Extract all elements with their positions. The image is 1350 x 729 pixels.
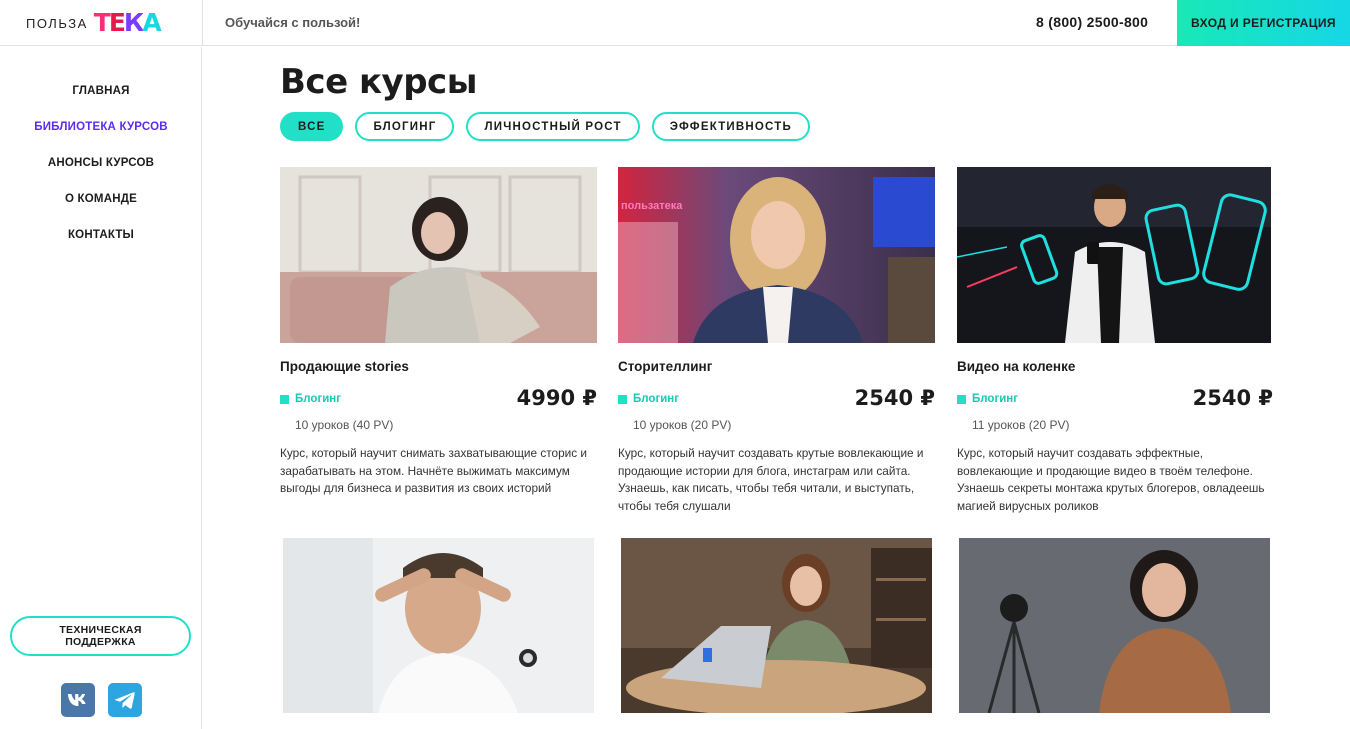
tech-support-button[interactable]: ТЕХНИЧЕСКАЯ ПОДДЕРЖКА <box>10 616 191 656</box>
course-thumbnail[interactable] <box>283 538 594 713</box>
course-description: Курс, который научит снимать захватывающ… <box>280 446 587 495</box>
filter-all[interactable]: ВСЕ <box>280 112 344 141</box>
site-logo[interactable]: ПОЛЬЗА Т Е К А <box>26 8 162 37</box>
course-photo <box>280 167 597 343</box>
filter-efficiency[interactable]: ЭФФЕКТИВНОСТЬ <box>651 112 810 141</box>
tagline: Обучайся с пользой! <box>225 15 361 30</box>
course-price: 2540 ₽ <box>854 386 935 410</box>
course-thumbnail[interactable] <box>280 167 597 343</box>
course-thumbnail[interactable] <box>957 167 1271 343</box>
course-category[interactable]: Блогинг <box>280 393 341 405</box>
category-label: Блогинг <box>972 393 1019 405</box>
phone-number[interactable]: 8 (800) 2500-800 <box>1036 14 1148 30</box>
sidebar-item-course-library[interactable]: БИБЛИОТЕКА КУРСОВ <box>0 120 202 156</box>
category-dot-icon <box>280 394 289 404</box>
category-dot-icon <box>957 394 966 404</box>
course-thumbnail[interactable] <box>959 538 1270 713</box>
course-photo <box>283 538 594 713</box>
neon-sign: пользатека <box>621 200 683 212</box>
course-photo: пользатека <box>618 167 935 343</box>
category-dot-icon <box>618 394 627 404</box>
sidebar-item-team[interactable]: О КОМАНДЕ <box>0 192 202 228</box>
sidebar-item-contacts[interactable]: КОНТАКТЫ <box>0 228 202 264</box>
logo-letter: К <box>123 8 145 37</box>
course-photo <box>621 538 932 713</box>
course-title[interactable]: Сторителлинг <box>618 359 712 374</box>
vk-icon[interactable] <box>61 683 95 717</box>
sidebar: ГЛАВНАЯ БИБЛИОТЕКА КУРСОВ АНОНСЫ КУРСОВ … <box>0 47 202 729</box>
course-title[interactable]: Видео на коленке <box>957 359 1075 374</box>
category-filters: ВСЕ БЛОГИНГ ЛИЧНОСТНЫЙ РОСТ ЭФФЕКТИВНОСТ… <box>280 112 810 141</box>
course-description: Курс, который научит создавать крутые во… <box>618 446 924 513</box>
course-photo <box>957 167 1271 343</box>
sidebar-item-announcements[interactable]: АНОНСЫ КУРСОВ <box>0 156 202 192</box>
course-category[interactable]: Блогинг <box>957 393 1018 405</box>
course-title[interactable]: Продающие stories <box>280 359 409 374</box>
login-register-button[interactable]: ВХОД И РЕГИСТРАЦИЯ <box>1177 0 1350 46</box>
category-label: Блогинг <box>633 393 680 405</box>
course-lessons: 10 уроков (40 PV) <box>295 418 394 432</box>
logo-word: ПОЛЬЗА <box>26 15 88 31</box>
filter-personal-growth[interactable]: ЛИЧНОСТНЫЙ РОСТ <box>466 112 640 141</box>
category-label: Блогинг <box>295 393 342 405</box>
filter-blogging[interactable]: БЛОГИНГ <box>355 112 455 141</box>
course-lessons: 11 уроков (20 PV) <box>972 418 1070 432</box>
page-title: Все курсы <box>280 62 477 102</box>
course-price: 2540 ₽ <box>1192 386 1273 410</box>
header-divider <box>202 0 203 46</box>
course-lessons: 10 уроков (20 PV) <box>633 418 732 432</box>
course-thumbnail[interactable]: пользатека <box>618 167 935 343</box>
logo-mark: Т Е К А <box>94 8 162 37</box>
sidebar-nav: ГЛАВНАЯ БИБЛИОТЕКА КУРСОВ АНОНСЫ КУРСОВ … <box>0 84 202 264</box>
vk-glyph <box>68 694 86 706</box>
sidebar-item-home[interactable]: ГЛАВНАЯ <box>0 84 202 120</box>
course-category[interactable]: Блогинг <box>618 393 679 405</box>
top-header: ПОЛЬЗА Т Е К А Обучайся с пользой! 8 (80… <box>0 0 1350 46</box>
logo-letter: А <box>142 8 162 37</box>
course-thumbnail[interactable] <box>621 538 932 713</box>
tech-support-label: ТЕХНИЧЕСКАЯ ПОДДЕРЖКА <box>59 624 142 648</box>
telegram-icon[interactable] <box>108 683 142 717</box>
course-photo <box>959 538 1270 713</box>
telegram-glyph <box>115 692 135 709</box>
course-description: Курс, который научит создавать эффектные… <box>957 446 1265 513</box>
course-price: 4990 ₽ <box>516 386 597 410</box>
